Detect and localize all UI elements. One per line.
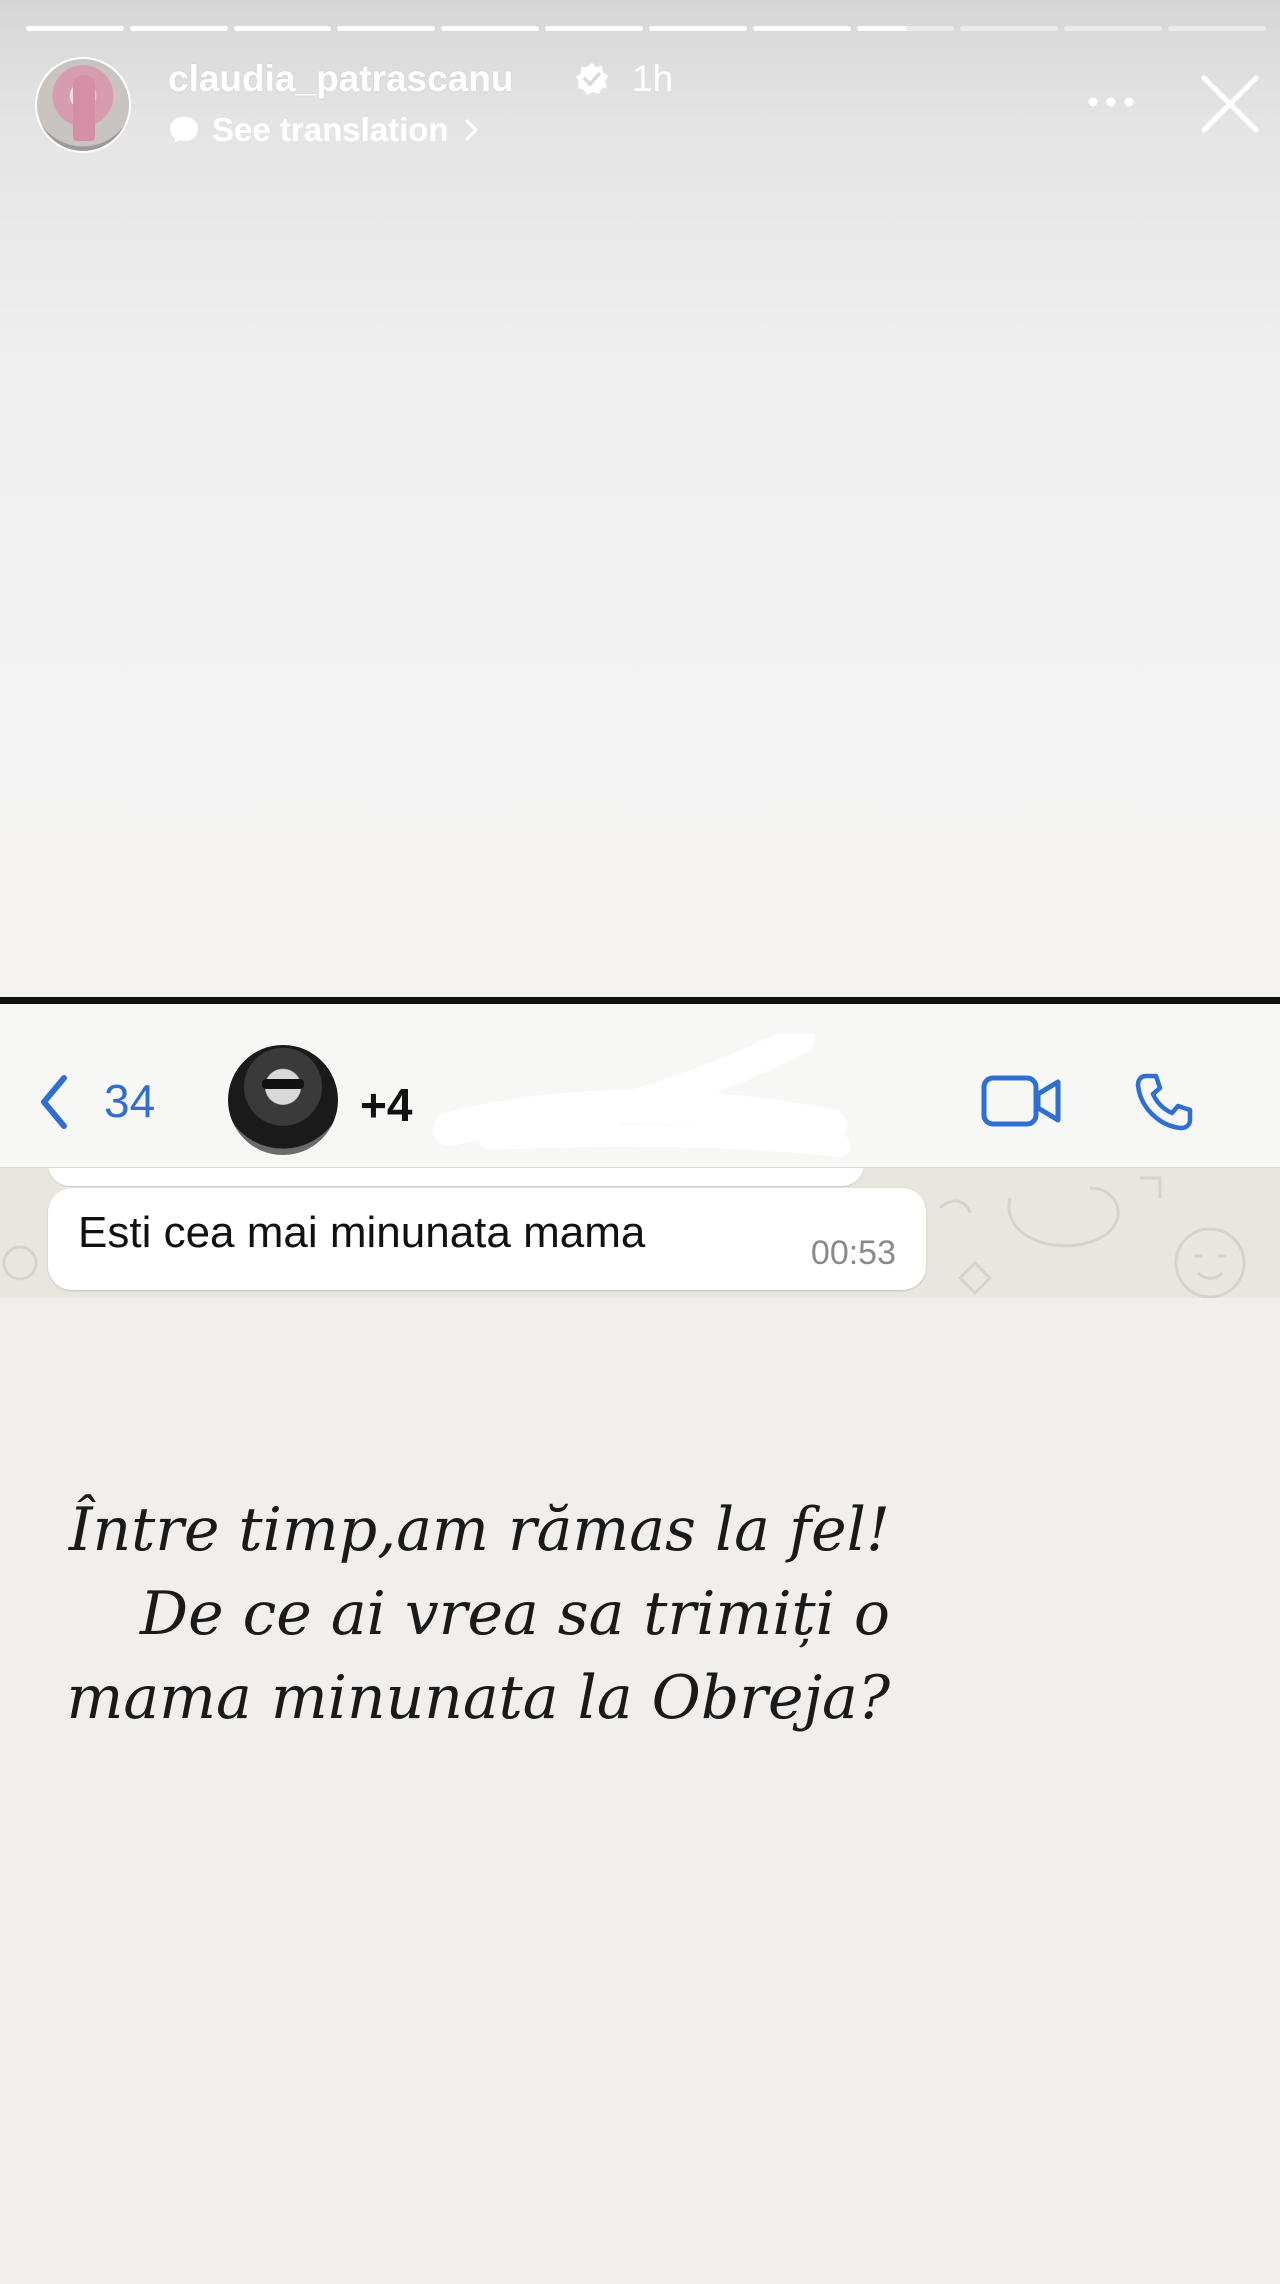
speech-bubble-icon <box>170 117 198 143</box>
avatar-glasses <box>262 1079 304 1089</box>
username[interactable]: claudia_patrascanu <box>168 58 513 100</box>
progress-segment <box>856 26 955 31</box>
progress-segment-fill <box>648 26 747 31</box>
progress-segment <box>26 26 124 31</box>
chevron-left-icon[interactable] <box>36 1072 70 1132</box>
contact-avatar[interactable] <box>228 1045 338 1155</box>
progress-segment-fill <box>441 26 540 31</box>
caption-line: Între timp,am rămas la fel! <box>68 1495 890 1565</box>
chat-area: Esti cea mai minunata mama 00:53 <box>0 1168 1280 1298</box>
chat-header: 34 +4 <box>0 1004 1280 1168</box>
caption-line: mama minunata la Obreja? <box>66 1663 890 1733</box>
chevron-right-icon <box>465 119 478 141</box>
contact-name[interactable]: +4 <box>360 1078 412 1132</box>
more-horizontal-icon[interactable] <box>1086 92 1136 112</box>
progress-segment-fill <box>337 26 436 31</box>
message-bubble[interactable]: Esti cea mai minunata mama 00:53 <box>48 1188 926 1290</box>
progress-segment <box>337 26 436 31</box>
progress-segment-fill <box>233 26 332 31</box>
see-translation-label: See translation <box>212 111 449 148</box>
unread-count[interactable]: 34 <box>104 1074 155 1128</box>
avatar-figure <box>73 75 95 141</box>
video-call-icon[interactable] <box>980 1072 1062 1130</box>
progress-segment-fill <box>856 26 906 31</box>
story-caption: Între timp,am rămas la fel! De ce ai vre… <box>40 1488 890 1740</box>
previous-message-bubble <box>48 1168 864 1186</box>
verified-badge-icon <box>576 63 608 95</box>
profile-avatar[interactable] <box>35 57 131 153</box>
progress-segment <box>752 26 851 31</box>
story-header: claudia_patrascanu 1h See translation <box>0 52 1280 162</box>
phone-icon[interactable] <box>1132 1070 1196 1134</box>
progress-segment <box>129 26 228 31</box>
progress-segment-fill <box>752 26 851 31</box>
story-time: 1h <box>632 58 674 99</box>
see-translation-link[interactable]: See translation <box>168 108 481 152</box>
message-text: Esti cea mai minunata mama <box>78 1208 646 1257</box>
story-progress-bar <box>26 26 1266 31</box>
progress-segment <box>960 26 1059 31</box>
progress-segment <box>1064 26 1163 31</box>
screenshot-divider <box>0 997 1280 1004</box>
progress-segment-fill <box>26 26 124 31</box>
message-time: 00:53 <box>810 1234 896 1272</box>
progress-segment <box>648 26 747 31</box>
caption-line: De ce ai vrea sa trimiți o <box>139 1579 890 1649</box>
close-icon[interactable] <box>1198 72 1262 136</box>
progress-segment <box>441 26 540 31</box>
progress-segment <box>545 26 643 31</box>
progress-segment-fill <box>129 26 228 31</box>
progress-segment <box>233 26 332 31</box>
redaction-scribble <box>433 1034 850 1157</box>
progress-segment-fill <box>545 26 643 31</box>
progress-segment <box>1168 26 1266 31</box>
